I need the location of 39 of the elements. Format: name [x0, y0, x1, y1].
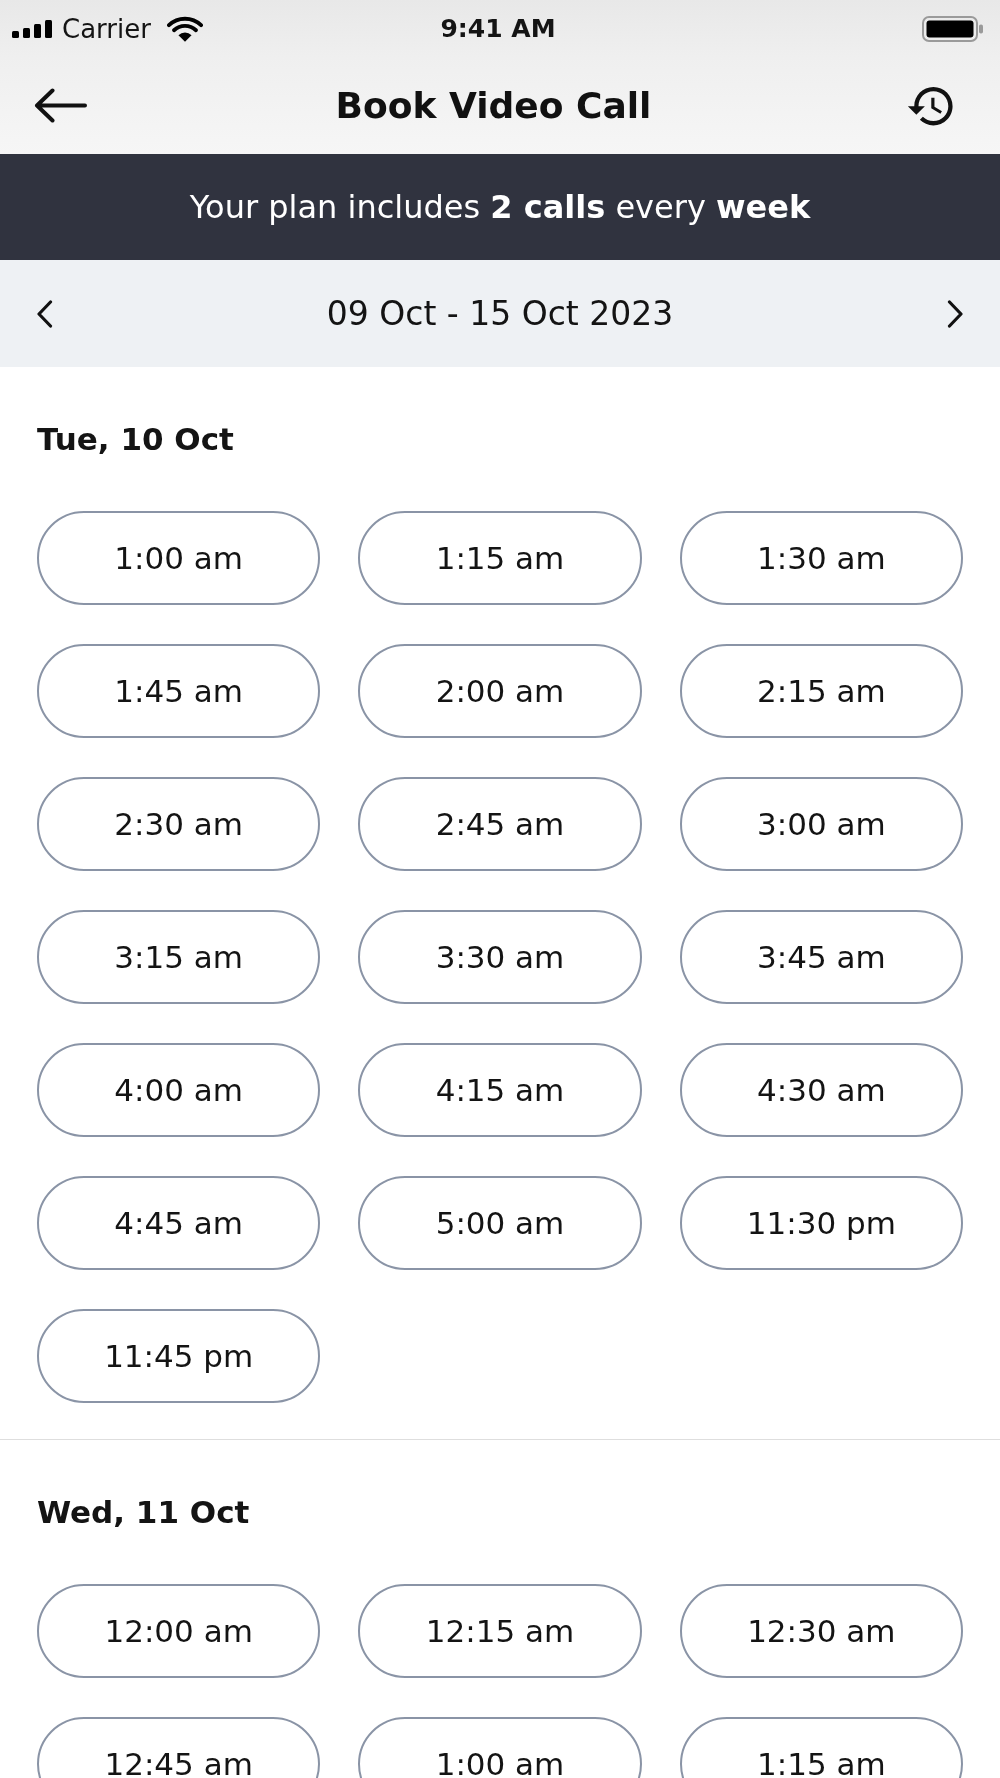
time-slot-button[interactable]: 3:45 am — [679, 910, 963, 1004]
time-slot-button[interactable]: 4:45 am — [37, 1176, 321, 1270]
battery-icon — [922, 15, 984, 42]
time-slot-button[interactable]: 11:30 pm — [679, 1176, 963, 1270]
chevron-left-icon[interactable] — [36, 299, 53, 328]
chevron-right-icon[interactable] — [947, 299, 964, 328]
time-slot-button[interactable]: 3:30 am — [358, 910, 642, 1004]
time-slot-button[interactable]: 5:00 am — [358, 1176, 642, 1270]
time-slot-button[interactable]: 4:30 am — [679, 1043, 963, 1137]
time-slot-button[interactable]: 4:15 am — [358, 1043, 642, 1137]
time-slot-button[interactable]: 11:45 pm — [37, 1309, 321, 1403]
week-range: 09 Oct - 15 Oct 2023 — [326, 292, 674, 335]
time-slot-button[interactable]: 12:30 am — [679, 1584, 963, 1678]
time-slot-button[interactable]: 1:15 am — [358, 511, 642, 605]
time-slot-button[interactable]: 1:15 am — [679, 1717, 963, 1778]
time-slot-button[interactable]: 1:00 am — [37, 511, 321, 605]
time-slot-button[interactable]: 12:45 am — [37, 1717, 321, 1778]
time-slot-button[interactable]: 1:45 am — [37, 644, 321, 738]
signal-icon — [12, 19, 52, 38]
plan-info-text: Your plan includes 2 calls every week — [189, 187, 811, 228]
time-slot-button[interactable]: 2:15 am — [679, 644, 963, 738]
time-slot-button[interactable]: 2:30 am — [37, 777, 321, 871]
screen-title: Book Video Call — [335, 83, 652, 128]
time-slot-button[interactable]: 2:45 am — [358, 777, 642, 871]
day-heading: Tue, 10 Oct — [37, 420, 235, 459]
day-heading: Wed, 11 Oct — [37, 1493, 251, 1532]
time-slot-button[interactable]: 1:00 am — [358, 1717, 642, 1778]
time-slot-button[interactable]: 4:00 am — [37, 1043, 321, 1137]
history-icon[interactable] — [907, 85, 953, 126]
time-slot-button[interactable]: 1:30 am — [679, 511, 963, 605]
carrier-name: Carrier — [62, 12, 151, 45]
back-arrow-icon[interactable] — [34, 88, 87, 123]
time-slot-button[interactable]: 12:15 am — [358, 1584, 642, 1678]
time-slot-button[interactable]: 2:00 am — [358, 644, 642, 738]
time-slot-button[interactable]: 3:00 am — [679, 777, 963, 871]
wifi-icon — [166, 15, 203, 42]
status-time: 9:41 AM — [440, 12, 556, 45]
time-slot-button[interactable]: 3:15 am — [37, 910, 321, 1004]
time-slot-button[interactable]: 12:00 am — [37, 1584, 321, 1678]
